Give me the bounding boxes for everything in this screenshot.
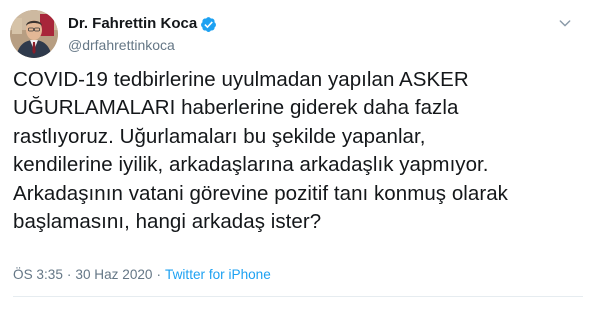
tweet-card: Dr. Fahrettin Koca @drfahrettinkoca COVI… [0,0,594,311]
tweet-source-link[interactable]: Twitter for iPhone [165,267,271,282]
tweet-text: COVID-19 tedbirlerine uyulmadan yapılan … [13,68,508,234]
tweet-header: Dr. Fahrettin Koca @drfahrettinkoca [10,10,578,62]
verified-badge-icon [200,16,217,33]
name-row: Dr. Fahrettin Koca [68,15,217,33]
divider [13,296,583,297]
avatar-photo [10,10,58,58]
avatar[interactable] [10,10,58,58]
tweet-time[interactable]: ÖS 3:35 [13,267,63,282]
display-name[interactable]: Dr. Fahrettin Koca [68,15,197,33]
author-info: Dr. Fahrettin Koca @drfahrettinkoca [68,15,217,54]
tweet-date[interactable]: 30 Haz 2020 [75,267,152,282]
chevron-down-icon[interactable] [554,12,576,34]
user-handle[interactable]: @drfahrettinkoca [68,36,217,54]
tweet-meta: ÖS 3:35 · 30 Haz 2020 · Twitter for iPhone [13,266,271,284]
meta-separator: · [156,267,162,282]
meta-separator: · [66,267,72,282]
